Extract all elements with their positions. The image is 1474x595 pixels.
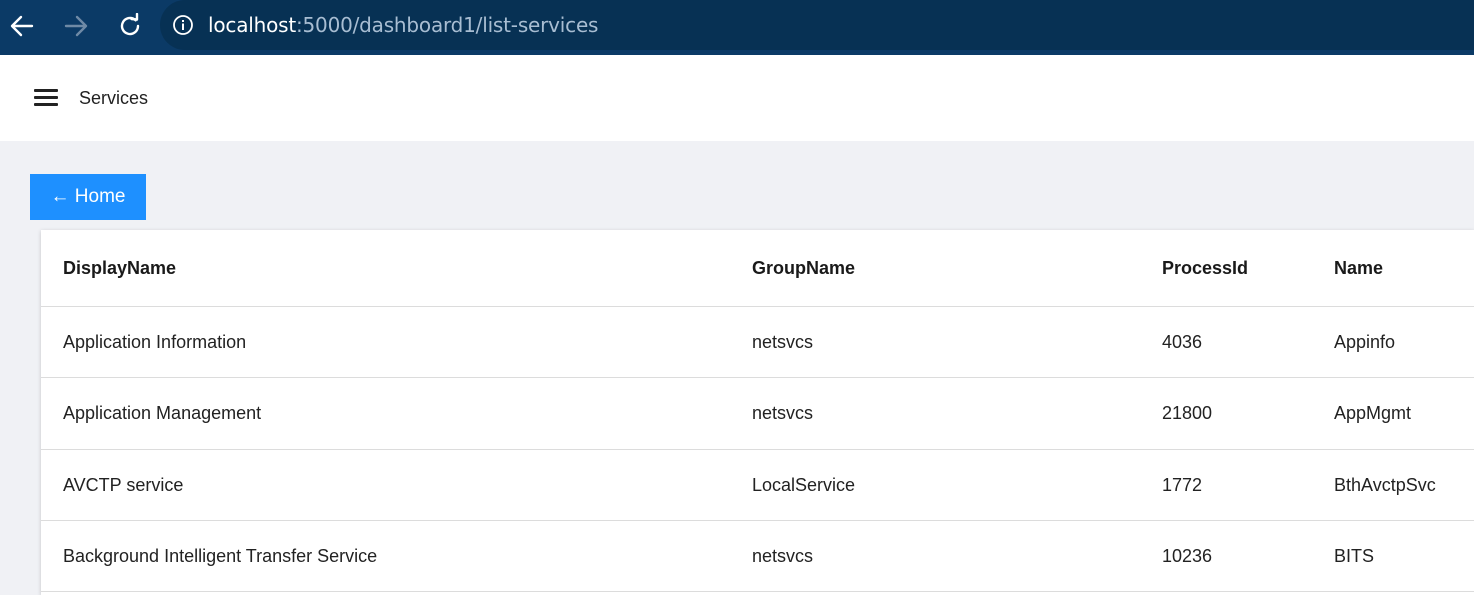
cell-processid: 10236 — [1162, 545, 1213, 566]
cell-groupname: LocalService — [752, 474, 856, 495]
cell-displayname: Application Information — [63, 331, 247, 352]
cell-groupname: netsvcs — [752, 545, 814, 566]
services-table: DisplayName GroupName ProcessId Name App… — [41, 230, 1474, 595]
home-button[interactable]: ← Home — [30, 174, 146, 220]
column-header-displayname[interactable]: DisplayName — [63, 230, 176, 306]
table-row[interactable]: Background Intelligent Transfer Service … — [41, 521, 1474, 592]
arrow-right-icon — [64, 15, 88, 37]
cell-groupname: netsvcs — [752, 403, 814, 423]
cell-name: Appinfo — [1334, 331, 1396, 352]
url-host: localhost — [208, 13, 296, 37]
cell-name: BthAvctpSvc — [1334, 474, 1436, 495]
cell-processid: 1772 — [1162, 474, 1203, 495]
column-header-processid[interactable]: ProcessId — [1162, 230, 1248, 306]
cell-displayname: AVCTP service — [63, 474, 184, 495]
reload-button[interactable] — [112, 8, 148, 44]
forward-button[interactable] — [58, 8, 94, 44]
cell-processid: 4036 — [1162, 331, 1203, 352]
address-bar[interactable]: localhost:5000/dashboard1/list-services — [160, 0, 1474, 50]
hamburger-menu-icon[interactable] — [34, 89, 58, 107]
cell-processid: 21800 — [1162, 403, 1213, 423]
cell-displayname: Application Management — [63, 403, 262, 423]
cell-name: BITS — [1334, 545, 1375, 566]
info-icon[interactable] — [172, 14, 194, 36]
browser-toolbar: localhost:5000/dashboard1/list-services — [0, 0, 1474, 55]
url-text[interactable]: localhost:5000/dashboard1/list-services — [208, 13, 598, 37]
cell-groupname: netsvcs — [752, 331, 814, 352]
cell-name: AppMgmt — [1334, 403, 1412, 423]
reload-icon — [120, 13, 140, 36]
table-row[interactable]: AVCTP service LocalService 1772 BthAvctp… — [41, 450, 1474, 521]
table-row[interactable]: Application Management netsvcs 21800 App… — [41, 378, 1474, 450]
column-header-groupname[interactable]: GroupName — [752, 230, 855, 306]
url-path: :5000/dashboard1/list-services — [295, 13, 599, 37]
back-button[interactable] — [4, 8, 40, 44]
table-header-row: DisplayName GroupName ProcessId Name — [41, 230, 1474, 307]
page-title: Services — [79, 88, 149, 108]
arrow-left-icon — [10, 15, 34, 37]
cell-displayname: Background Intelligent Transfer Service — [63, 545, 378, 566]
table-row[interactable]: Application Information netsvcs 4036 App… — [41, 307, 1474, 378]
app-header: Services — [0, 55, 1474, 141]
column-header-name[interactable]: Name — [1334, 230, 1383, 306]
